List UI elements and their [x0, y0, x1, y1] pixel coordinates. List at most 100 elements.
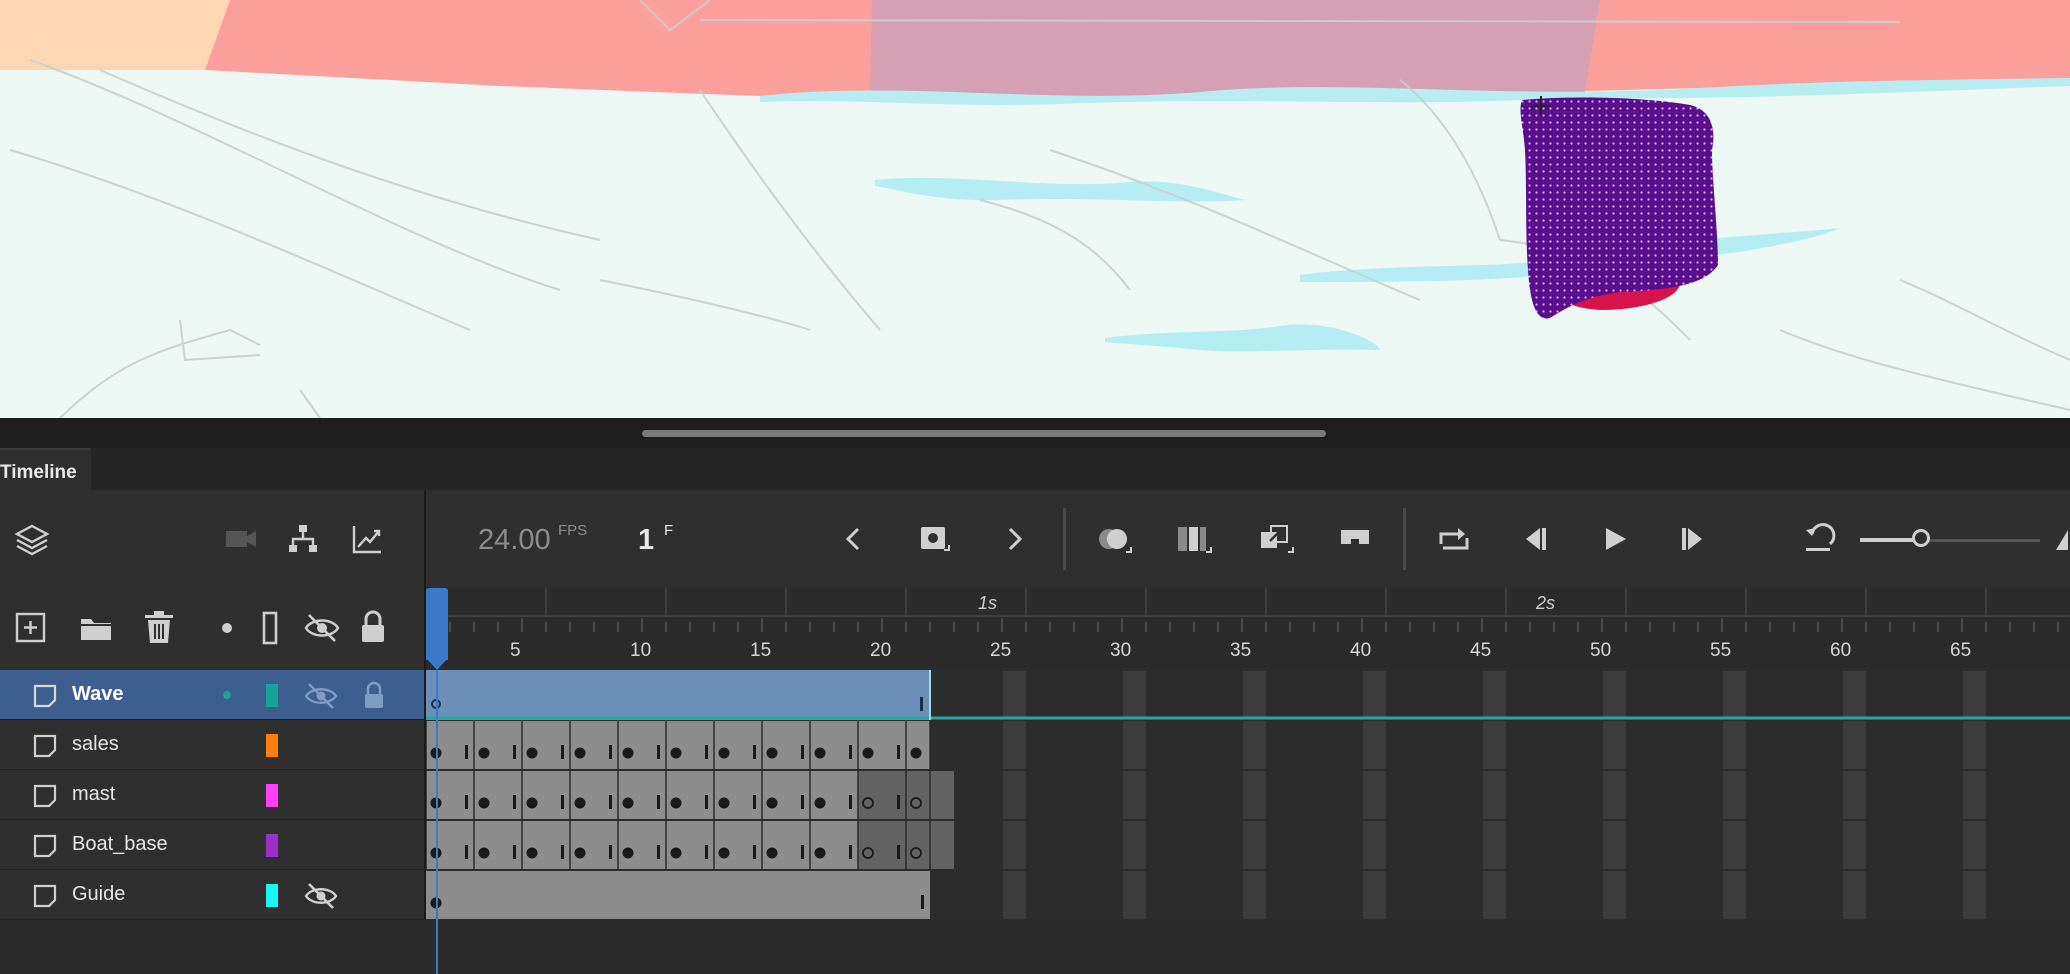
empty-frame-cell	[1699, 671, 1722, 719]
folder-icon[interactable]	[78, 611, 114, 645]
layer-row-sales[interactable]: sales	[0, 720, 424, 770]
eye-hidden-icon[interactable]	[304, 611, 340, 645]
outline-icon[interactable]	[262, 610, 278, 646]
insert-blank-keyframe-icon[interactable]	[1338, 522, 1372, 556]
empty-frame-cell	[1171, 671, 1194, 719]
fps-value[interactable]: 24.00	[478, 524, 551, 557]
layer-row-boat-base[interactable]: Boat_base	[0, 820, 424, 870]
layers-icon[interactable]	[14, 522, 50, 558]
empty-frame-cell	[1003, 871, 1026, 919]
empty-frame-cell	[1435, 821, 1458, 869]
empty-frame-cell	[1579, 671, 1602, 719]
empty-frame-cell	[1891, 821, 1914, 869]
layer-color-swatch[interactable]	[266, 834, 278, 857]
empty-frame-cell	[1867, 671, 1890, 719]
empty-frame-cell	[1387, 721, 1410, 769]
loop-playback-icon[interactable]	[1436, 522, 1472, 556]
frame-ruler[interactable]: 1s 2s 5 10 15 20 25 30 35 40 45 50 55 60 65	[425, 588, 2070, 670]
stage-canvas[interactable]	[0, 0, 2070, 418]
empty-frame-cell	[1291, 721, 1314, 769]
keyframe-dot	[622, 797, 634, 809]
reset-zoom-icon[interactable]	[1802, 522, 1838, 556]
empty-frame-cell	[1003, 821, 1026, 869]
end-frame-marker	[465, 845, 468, 859]
zoom-slider-thumb[interactable]	[1912, 529, 1930, 547]
end-frame-marker	[609, 795, 612, 809]
frame-grid[interactable]	[425, 670, 2070, 920]
highlight-dot-icon[interactable]	[222, 690, 232, 700]
empty-frame-cell	[1747, 871, 1770, 919]
onion-skin-icon[interactable]	[1096, 522, 1132, 556]
next-keyframe-icon[interactable]	[1002, 524, 1028, 554]
empty-frame-cell	[1555, 771, 1578, 819]
layer-color-swatch[interactable]	[266, 684, 278, 707]
eye-hidden-icon[interactable]	[304, 682, 338, 710]
previous-keyframe-icon[interactable]	[840, 524, 866, 554]
empty-frame-cell	[1795, 871, 1818, 919]
layer-name[interactable]: Wave	[72, 683, 124, 706]
empty-frame-cell	[931, 721, 954, 769]
lock-icon[interactable]	[358, 609, 388, 645]
empty-frame-cell	[1411, 671, 1434, 719]
end-frame-marker	[465, 795, 468, 809]
empty-frame-cell	[1963, 671, 1986, 719]
frame-unit: F	[664, 522, 674, 539]
frame-number-label: 25	[990, 640, 1012, 661]
empty-frame-cell	[1051, 671, 1074, 719]
insert-keyframe-icon[interactable]	[918, 522, 952, 556]
layer-name[interactable]: Boat_base	[72, 833, 168, 856]
graph-icon[interactable]	[350, 522, 384, 556]
end-frame-marker	[561, 795, 564, 809]
empty-frame-cell	[1843, 871, 1866, 919]
layer-parenting-icon[interactable]	[286, 522, 320, 556]
dot-icon[interactable]	[220, 621, 234, 635]
step-back-icon[interactable]	[1518, 522, 1552, 556]
layer-row-guide[interactable]: Guide	[0, 870, 424, 920]
empty-frame-cell	[1747, 671, 1770, 719]
layer-name[interactable]: mast	[72, 783, 115, 806]
empty-frame-cell	[1795, 721, 1818, 769]
edit-multiple-frames-icon[interactable]	[1176, 522, 1212, 556]
empty-frame-cell	[1363, 821, 1386, 869]
zoom-max-icon[interactable]	[2054, 526, 2070, 552]
keyframe-dot	[910, 747, 922, 759]
empty-frame-cell	[2059, 671, 2070, 719]
eye-hidden-icon[interactable]	[304, 882, 338, 910]
empty-frame-cell	[1555, 671, 1578, 719]
playhead-handle[interactable]	[426, 588, 448, 660]
play-icon[interactable]	[1598, 522, 1632, 556]
end-frame-marker	[897, 795, 900, 809]
layer-name[interactable]: Guide	[72, 883, 125, 906]
lock-icon[interactable]	[362, 681, 386, 711]
step-forward-icon[interactable]	[1676, 522, 1710, 556]
trash-icon[interactable]	[142, 609, 176, 645]
stage-scrollbar[interactable]	[642, 430, 1326, 437]
layer-row-wave[interactable]: Wave	[0, 670, 424, 720]
add-layer-icon[interactable]	[14, 611, 48, 645]
empty-frame-cell	[1843, 771, 1866, 819]
empty-frame-cell	[1315, 671, 1338, 719]
empty-frame-cell	[1627, 871, 1650, 919]
layer-row-mast[interactable]: mast	[0, 770, 424, 820]
keyframe-dot	[478, 797, 490, 809]
layer-color-swatch[interactable]	[266, 884, 278, 907]
empty-frame-cell	[1387, 771, 1410, 819]
empty-frame-cell	[1123, 871, 1146, 919]
empty-frame-cell	[1291, 771, 1314, 819]
empty-frame-cell	[1939, 721, 1962, 769]
empty-frame-cell	[1507, 771, 1530, 819]
empty-frame-cell	[1315, 771, 1338, 819]
empty-frame-cell	[1675, 721, 1698, 769]
frame-value[interactable]: 1	[638, 524, 654, 557]
layer-name[interactable]: sales	[72, 733, 119, 756]
layer-color-swatch[interactable]	[266, 784, 278, 807]
camera-icon[interactable]	[224, 524, 258, 554]
empty-frame-cell	[1555, 871, 1578, 919]
end-frame-marker	[657, 845, 660, 859]
create-classic-tween-icon[interactable]	[1258, 522, 1294, 556]
layer-color-swatch[interactable]	[266, 734, 278, 757]
empty-frame-cell	[2059, 721, 2070, 769]
empty-frame-cell	[1843, 721, 1866, 769]
tab-timeline[interactable]: Timeline	[0, 448, 91, 490]
empty-frame-cell	[1267, 871, 1290, 919]
